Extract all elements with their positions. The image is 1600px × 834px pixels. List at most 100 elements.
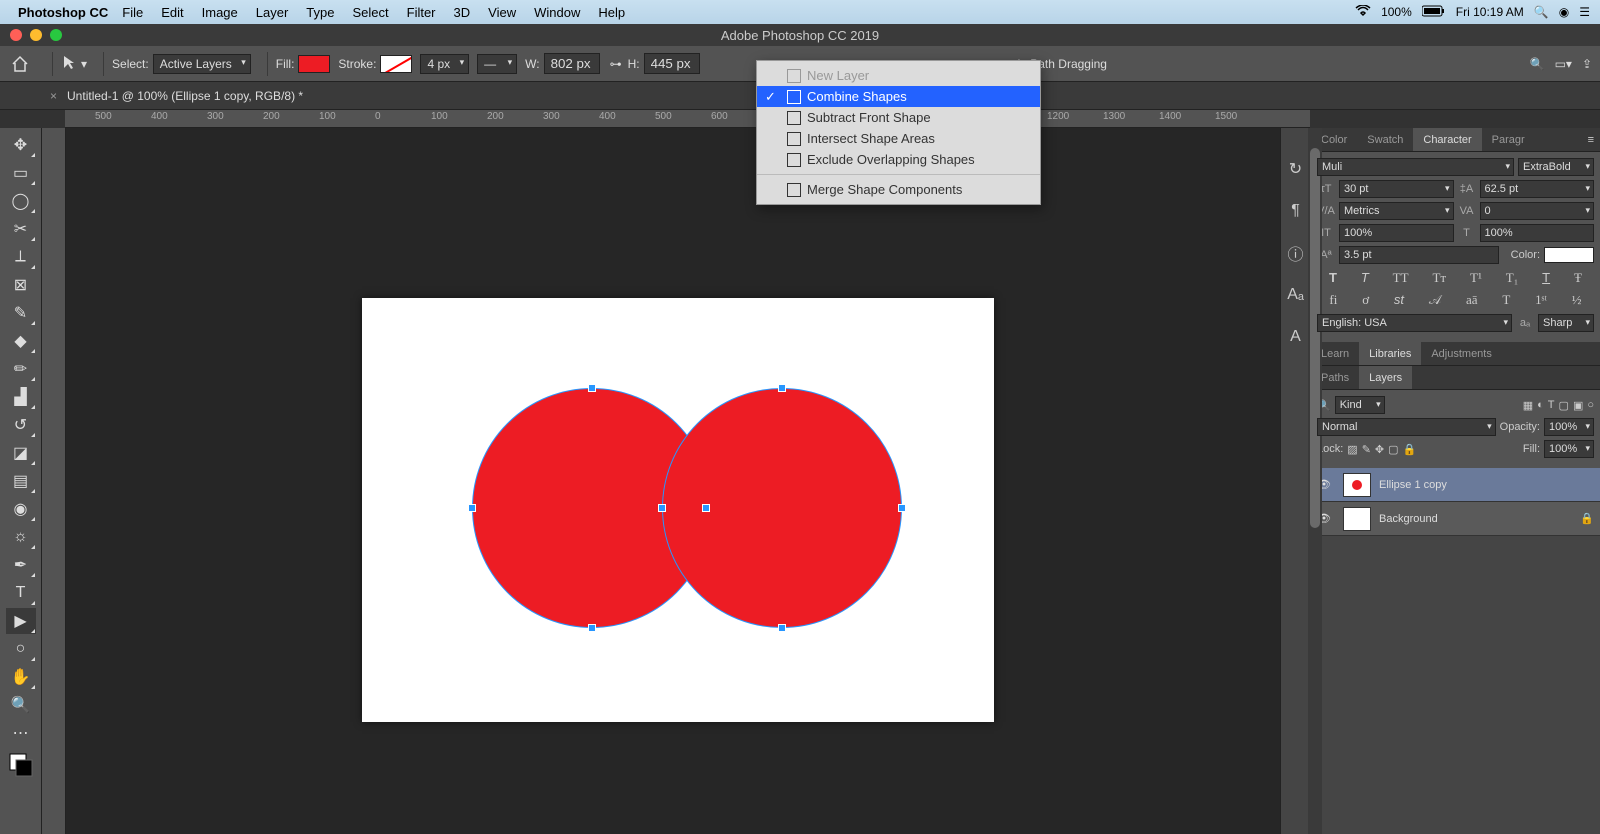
zoom-tool[interactable]: 🔍: [6, 692, 36, 718]
workspace-switcher-icon[interactable]: ▭▾: [1555, 57, 1572, 71]
artboard[interactable]: [362, 298, 994, 722]
selection-handle[interactable]: [702, 504, 710, 512]
menu-item-exclude-overlapping-shapes[interactable]: Exclude Overlapping Shapes: [757, 149, 1040, 170]
vertical-scrollbar[interactable]: [1308, 128, 1322, 834]
selection-handle[interactable]: [898, 504, 906, 512]
filter-adjustment-icon[interactable]: ◐: [1537, 399, 1544, 411]
styles-panel-icon[interactable]: Aₐ: [1285, 284, 1307, 306]
strikethrough-button[interactable]: Ŧ: [1574, 270, 1582, 286]
horizontal-scale-input[interactable]: 100%: [1480, 224, 1595, 242]
canvas-area[interactable]: [42, 128, 1280, 834]
layer-name[interactable]: Background: [1379, 513, 1580, 525]
crop-tool[interactable]: ⟂: [6, 244, 36, 270]
layer-thumbnail[interactable]: [1343, 507, 1371, 531]
fill-color-swatch[interactable]: [298, 55, 330, 73]
lock-pixels-icon[interactable]: ✎: [1362, 443, 1371, 456]
layer-name[interactable]: Ellipse 1 copy: [1379, 479, 1594, 491]
allcaps-button[interactable]: TT: [1393, 270, 1409, 286]
minimize-window-button[interactable]: [30, 29, 42, 41]
fractions-button[interactable]: ½: [1572, 292, 1582, 308]
siri-icon[interactable]: ◉: [1559, 5, 1569, 19]
font-family-dropdown[interactable]: Muli: [1317, 158, 1514, 176]
filter-toggle-icon[interactable]: ○: [1587, 399, 1594, 411]
tab-layers[interactable]: Layers: [1359, 366, 1412, 389]
menu-view[interactable]: View: [488, 5, 516, 20]
character-panel-icon[interactable]: A: [1285, 326, 1307, 348]
lock-all-icon[interactable]: 🔒: [1403, 443, 1417, 456]
gradient-tool[interactable]: ▤: [6, 468, 36, 494]
layer-thumbnail[interactable]: [1343, 473, 1371, 497]
bold-button[interactable]: T: [1329, 270, 1337, 286]
selection-handle[interactable]: [778, 624, 786, 632]
lock-transparency-icon[interactable]: ▨: [1347, 443, 1357, 456]
stamp-tool[interactable]: ▟: [6, 384, 36, 410]
search-icon[interactable]: 🔍: [1530, 57, 1545, 71]
menu-type[interactable]: Type: [306, 5, 334, 20]
frame-tool[interactable]: ⊠: [6, 272, 36, 298]
antialias-dropdown[interactable]: Sharp: [1538, 314, 1594, 332]
history-panel-icon[interactable]: ↻: [1285, 158, 1307, 180]
menu-item-intersect-shape-areas[interactable]: Intersect Shape Areas: [757, 128, 1040, 149]
kerning-dropdown[interactable]: Metrics: [1339, 202, 1454, 220]
spotlight-icon[interactable]: 🔍: [1534, 5, 1549, 19]
height-input[interactable]: [644, 53, 700, 74]
menu-image[interactable]: Image: [202, 5, 238, 20]
close-tab-button[interactable]: ×: [50, 89, 57, 103]
language-dropdown[interactable]: English: USA: [1317, 314, 1512, 332]
blend-mode-dropdown[interactable]: Normal: [1317, 418, 1496, 436]
swash-button[interactable]: 𝒜: [1429, 292, 1441, 308]
selection-handle[interactable]: [588, 624, 596, 632]
foreground-background-swatch[interactable]: [6, 748, 36, 782]
fill-opacity-input[interactable]: 100%: [1544, 440, 1594, 458]
blur-tool[interactable]: ◉: [6, 496, 36, 522]
glyphs-panel-icon[interactable]: ⓘ: [1285, 242, 1307, 264]
tab-libraries[interactable]: Libraries: [1359, 342, 1421, 365]
paragraph-panel-icon[interactable]: ¶: [1285, 200, 1307, 222]
layer-row[interactable]: 👁 Background 🔒: [1311, 502, 1600, 536]
menu-3d[interactable]: 3D: [454, 5, 471, 20]
menu-edit[interactable]: Edit: [161, 5, 183, 20]
tab-adjustments[interactable]: Adjustments: [1421, 342, 1502, 365]
lock-artboard-icon[interactable]: ▢: [1388, 443, 1398, 456]
hand-tool[interactable]: ✋: [6, 664, 36, 690]
ligatures-button[interactable]: fi: [1329, 292, 1337, 308]
wifi-icon[interactable]: [1355, 5, 1371, 20]
zoom-window-button[interactable]: [50, 29, 62, 41]
stroke-color-swatch[interactable]: [380, 55, 412, 73]
ordinals-button[interactable]: 1ˢᵗ: [1535, 292, 1547, 308]
app-name[interactable]: Photoshop CC: [18, 5, 108, 20]
history-brush-tool[interactable]: ↺: [6, 412, 36, 438]
vertical-scale-input[interactable]: 100%: [1339, 224, 1454, 242]
menu-window[interactable]: Window: [534, 5, 580, 20]
brush-tool[interactable]: ✏: [6, 356, 36, 382]
menu-select[interactable]: Select: [352, 5, 388, 20]
pen-tool[interactable]: ✒: [6, 552, 36, 578]
baseline-shift-input[interactable]: 3.5 pt: [1339, 246, 1499, 264]
stroke-style-dropdown[interactable]: —: [477, 54, 517, 74]
menu-filter[interactable]: Filter: [407, 5, 436, 20]
menu-help[interactable]: Help: [598, 5, 625, 20]
menu-extra-icon[interactable]: ☰: [1579, 5, 1590, 19]
tab-paragraph[interactable]: Paragr: [1482, 128, 1535, 151]
path-selection-tool[interactable]: ▶: [6, 608, 36, 634]
layer-filter-dropdown[interactable]: Kind: [1335, 396, 1385, 414]
tool-preset-dropdown[interactable]: ▾: [81, 57, 87, 71]
font-style-dropdown[interactable]: ExtraBold: [1518, 158, 1594, 176]
lasso-tool[interactable]: ◯: [6, 188, 36, 214]
eraser-tool[interactable]: ◪: [6, 440, 36, 466]
contextual-alt-button[interactable]: ơ: [1362, 292, 1369, 308]
subscript-button[interactable]: T₁: [1506, 270, 1518, 286]
menu-layer[interactable]: Layer: [256, 5, 289, 20]
shape-tool[interactable]: ○: [6, 636, 36, 662]
move-tool[interactable]: ✥: [6, 132, 36, 158]
type-tool[interactable]: T: [6, 580, 36, 606]
path-selection-tool-icon[interactable]: [61, 54, 77, 73]
selection-handle[interactable]: [468, 504, 476, 512]
layer-opacity-input[interactable]: 100%: [1544, 418, 1594, 436]
font-size-input[interactable]: 30 pt: [1339, 180, 1454, 198]
eyedropper-tool[interactable]: ✎: [6, 300, 36, 326]
link-dimensions-icon[interactable]: ⊶: [610, 57, 622, 71]
home-button[interactable]: [8, 52, 32, 76]
italic-button[interactable]: T: [1361, 270, 1369, 286]
dodge-tool[interactable]: ☼: [6, 524, 36, 550]
